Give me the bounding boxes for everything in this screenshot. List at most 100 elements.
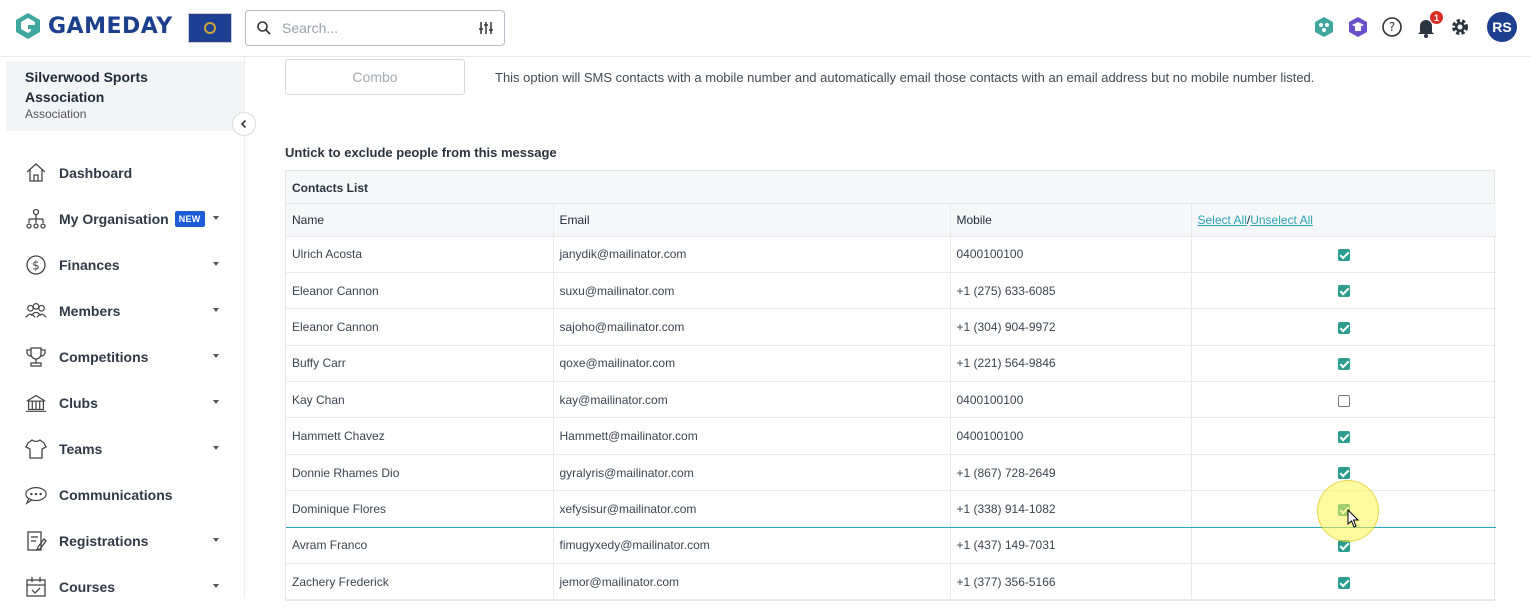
include-checkbox[interactable] <box>1337 467 1350 480</box>
include-checkbox[interactable] <box>1337 394 1350 407</box>
apps-hexagon-icon[interactable] <box>1311 14 1337 40</box>
contacts-table: Contacts List Name Email Mobile Select A… <box>285 170 1496 602</box>
table-header-row: Name Email Mobile Select All/Unselect Al… <box>286 204 1496 237</box>
sidebar-item-label: Registrations <box>59 533 149 549</box>
cell-email: fimugyxedy@mailinator.com <box>553 527 951 565</box>
cell-name: Dominique Flores <box>286 490 554 528</box>
sidebar-nav: Dashboard My Organisation NEW $ Finances… <box>0 150 245 610</box>
table-row: Kay Chan kay@mailinator.com 0400100100 <box>286 381 1496 419</box>
logo-text: GAMEDAY <box>48 13 173 39</box>
cell-include <box>1191 417 1496 455</box>
cell-email: suxu@mailinator.com <box>553 272 951 310</box>
cell-name: Donnie Rhames Dio <box>286 454 554 492</box>
help-icon[interactable]: ? <box>1379 14 1405 40</box>
user-avatar[interactable]: RS <box>1487 12 1517 42</box>
svg-text:$: $ <box>32 259 40 273</box>
caret-down-icon <box>213 538 219 542</box>
sidebar-item-dashboard[interactable]: Dashboard <box>0 150 245 196</box>
cell-mobile: 0400100100 <box>950 417 1192 455</box>
sidebar-item-clubs[interactable]: Clubs <box>0 380 245 426</box>
mouse-cursor-icon <box>1347 509 1360 528</box>
filter-sliders-icon[interactable] <box>478 20 494 36</box>
academy-hexagon-icon[interactable] <box>1345 14 1371 40</box>
sidebar-item-registrations[interactable]: Registrations <box>0 518 245 564</box>
flag-emblem-icon <box>204 22 216 34</box>
cell-include <box>1191 563 1496 601</box>
members-icon <box>24 299 48 323</box>
cell-email: gyralyris@mailinator.com <box>553 454 951 492</box>
sidebar-item-label: Teams <box>59 441 103 457</box>
cell-name: Ulrich Acosta <box>286 236 554 273</box>
registration-icon <box>24 529 48 553</box>
sidebar-item-label: Courses <box>59 579 116 595</box>
cell-name: Buffy Carr <box>286 345 554 383</box>
notifications-bell-icon[interactable]: 1 <box>1413 11 1443 40</box>
sidebar-item-competitions[interactable]: Competitions <box>0 334 245 380</box>
cell-mobile: +1 (304) 904-9972 <box>950 308 1192 346</box>
include-checkbox[interactable] <box>1337 430 1350 443</box>
jersey-icon <box>24 437 48 461</box>
include-checkbox[interactable] <box>1337 358 1350 371</box>
unselect-all-link[interactable]: Unselect All <box>1250 213 1313 227</box>
gameday-logo[interactable]: GAMEDAY <box>14 12 173 40</box>
sidebar-item-label: Finances <box>59 257 120 273</box>
column-header-select: Select All/Unselect All <box>1191 204 1496 237</box>
cell-include <box>1191 236 1496 273</box>
include-checkbox[interactable] <box>1337 321 1350 334</box>
cell-include <box>1191 272 1496 310</box>
sidebar: Silverwood Sports Association Associatio… <box>0 57 256 598</box>
chat-icon <box>24 483 48 507</box>
cell-name: Kay Chan <box>286 381 554 419</box>
organisation-type: Association <box>25 107 87 121</box>
calendar-icon <box>24 575 48 599</box>
cell-mobile: 0400100100 <box>950 381 1192 419</box>
cell-mobile: 0400100100 <box>950 236 1192 273</box>
settings-gear-icon[interactable] <box>1447 14 1473 40</box>
collapse-sidebar-button[interactable] <box>232 112 256 136</box>
include-checkbox[interactable] <box>1337 249 1350 262</box>
cell-include <box>1191 381 1496 419</box>
gameday-logo-icon <box>16 13 40 39</box>
cell-include <box>1191 490 1496 528</box>
table-row: Ulrich Acosta janydik@mailinator.com 04001… <box>286 236 1496 273</box>
column-header-name: Name <box>286 204 554 237</box>
cell-email: jemor@mailinator.com <box>553 563 951 601</box>
include-checkbox[interactable] <box>1337 540 1350 553</box>
search-icon <box>257 21 271 35</box>
sidebar-item-communications[interactable]: Communications <box>0 472 245 518</box>
sidebar-item-finances[interactable]: $ Finances <box>0 242 245 288</box>
table-row: Donnie Rhames Dio gyralyris@mailinator.co… <box>286 454 1496 492</box>
org-chart-icon <box>24 207 48 231</box>
select-all-link[interactable]: Select All <box>1198 213 1247 227</box>
sidebar-item-label: Clubs <box>59 395 98 411</box>
sidebar-item-courses[interactable]: Courses <box>0 564 245 610</box>
cell-name: Zachery Frederick <box>286 563 554 601</box>
notification-badge: 1 <box>1430 11 1443 24</box>
combo-option-button[interactable]: Combo <box>285 59 465 95</box>
untick-instruction: Untick to exclude people from this messa… <box>285 145 557 160</box>
sidebar-item-label: Dashboard <box>59 165 133 181</box>
caret-down-icon <box>213 584 219 588</box>
table-row: Dominique Flores xefysisur@mailinator.com… <box>286 490 1496 528</box>
new-badge: NEW <box>174 211 205 227</box>
trophy-icon <box>24 345 48 369</box>
sidebar-item-members[interactable]: Members <box>0 288 245 334</box>
cell-email: Hammett@mailinator.com <box>553 417 951 455</box>
cell-mobile: +1 (377) 356-5166 <box>950 563 1192 601</box>
dollar-icon: $ <box>24 253 48 277</box>
include-checkbox[interactable] <box>1337 576 1350 589</box>
sidebar-item-my-organisation[interactable]: My Organisation NEW <box>0 196 245 242</box>
cell-email: janydik@mailinator.com <box>553 236 951 273</box>
search-box[interactable] <box>245 10 505 46</box>
svg-text:?: ? <box>1389 20 1395 34</box>
organisation-flag[interactable] <box>188 13 232 43</box>
sidebar-item-teams[interactable]: Teams <box>0 426 245 472</box>
home-icon <box>24 161 48 185</box>
organisation-switcher[interactable]: Silverwood Sports Association Associatio… <box>6 61 244 131</box>
search-input[interactable] <box>282 20 462 36</box>
cell-mobile: +1 (275) 633-6085 <box>950 272 1192 310</box>
include-checkbox[interactable] <box>1337 285 1350 298</box>
cell-include <box>1191 345 1496 383</box>
cell-email: sajoho@mailinator.com <box>553 308 951 346</box>
cell-mobile: +1 (437) 149-7031 <box>950 527 1192 565</box>
